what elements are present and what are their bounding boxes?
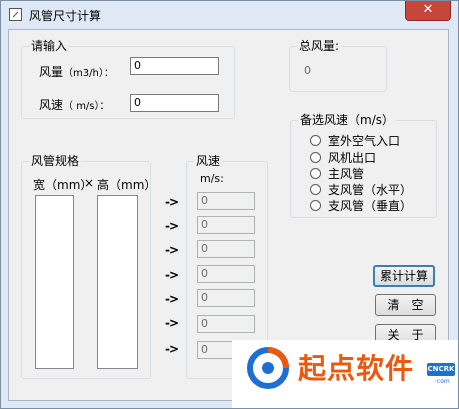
arrow-7: ->	[165, 342, 179, 356]
speed-output-1: 0	[197, 192, 255, 210]
velocity-label-main: 风速	[39, 98, 64, 112]
duct-size-title: 风管规格	[29, 154, 82, 168]
radio-icon	[310, 184, 321, 195]
velocity-label-unit: （ m/s）：	[63, 101, 110, 112]
window-app-icon	[9, 8, 22, 21]
radio-label: 主风管	[328, 167, 365, 181]
title-bar: 风管尺寸计算 ✕	[1, 1, 458, 29]
speed-group-title: 风速	[194, 154, 223, 168]
clear-button[interactable]: 清 空	[375, 294, 436, 316]
total-airflow-value: 0	[304, 64, 311, 77]
speed-output-2: 0	[197, 216, 255, 234]
times-sign: ×	[84, 176, 95, 190]
speed-output-3: 0	[197, 240, 255, 258]
width-listbox[interactable]	[35, 195, 74, 369]
height-listbox[interactable]	[97, 195, 138, 369]
arrow-2: ->	[165, 219, 179, 233]
watermark-text: 起点软件	[298, 352, 415, 385]
input-group-title: 请输入	[29, 39, 70, 53]
radio-label: 支风管（垂直）	[328, 199, 413, 213]
calculate-button[interactable]: 累计计算	[373, 265, 435, 287]
close-icon: ✕	[422, 2, 434, 17]
radio-icon	[310, 135, 321, 146]
watermark-logo-icon	[247, 347, 289, 389]
arrow-4: ->	[165, 268, 179, 282]
speed-output-6: 0	[197, 315, 255, 333]
watermark: 起点软件 CNCRK ·com	[232, 340, 458, 408]
airflow-label: 风量（m3/h）：	[39, 63, 114, 80]
radio-icon	[310, 200, 321, 211]
watermark-badge: CNCRK	[427, 363, 455, 376]
close-button[interactable]: ✕	[405, 1, 451, 21]
velocity-label: 风速（ m/s）：	[39, 96, 110, 113]
watermark-badge-sub: ·com	[435, 378, 450, 385]
velocity-options-title: 备选风速（m/s）	[298, 113, 396, 127]
arrow-1: ->	[165, 195, 179, 209]
radio-label: 支风管（水平）	[328, 183, 413, 197]
radio-icon	[310, 152, 321, 163]
speed-output-4: 0	[197, 265, 255, 283]
total-airflow-title: 总风量:	[297, 39, 342, 53]
airflow-label-main: 风量	[39, 65, 64, 79]
airflow-input[interactable]: 0	[130, 57, 219, 75]
radio-label: 室外空气入口	[328, 134, 401, 148]
height-label: 高（mm）	[97, 178, 157, 192]
arrow-6: ->	[165, 316, 179, 330]
speed-output-5: 0	[197, 289, 255, 307]
window-title: 风管尺寸计算	[29, 9, 102, 23]
radio-icon	[310, 168, 321, 179]
arrow-5: ->	[165, 292, 179, 306]
speed-unit-label: m/s:	[200, 172, 224, 185]
radio-label: 风机出口	[328, 151, 377, 165]
velocity-input[interactable]: 0	[130, 94, 219, 112]
airflow-label-unit: （m3/h）：	[63, 68, 114, 79]
arrow-3: ->	[165, 243, 179, 257]
